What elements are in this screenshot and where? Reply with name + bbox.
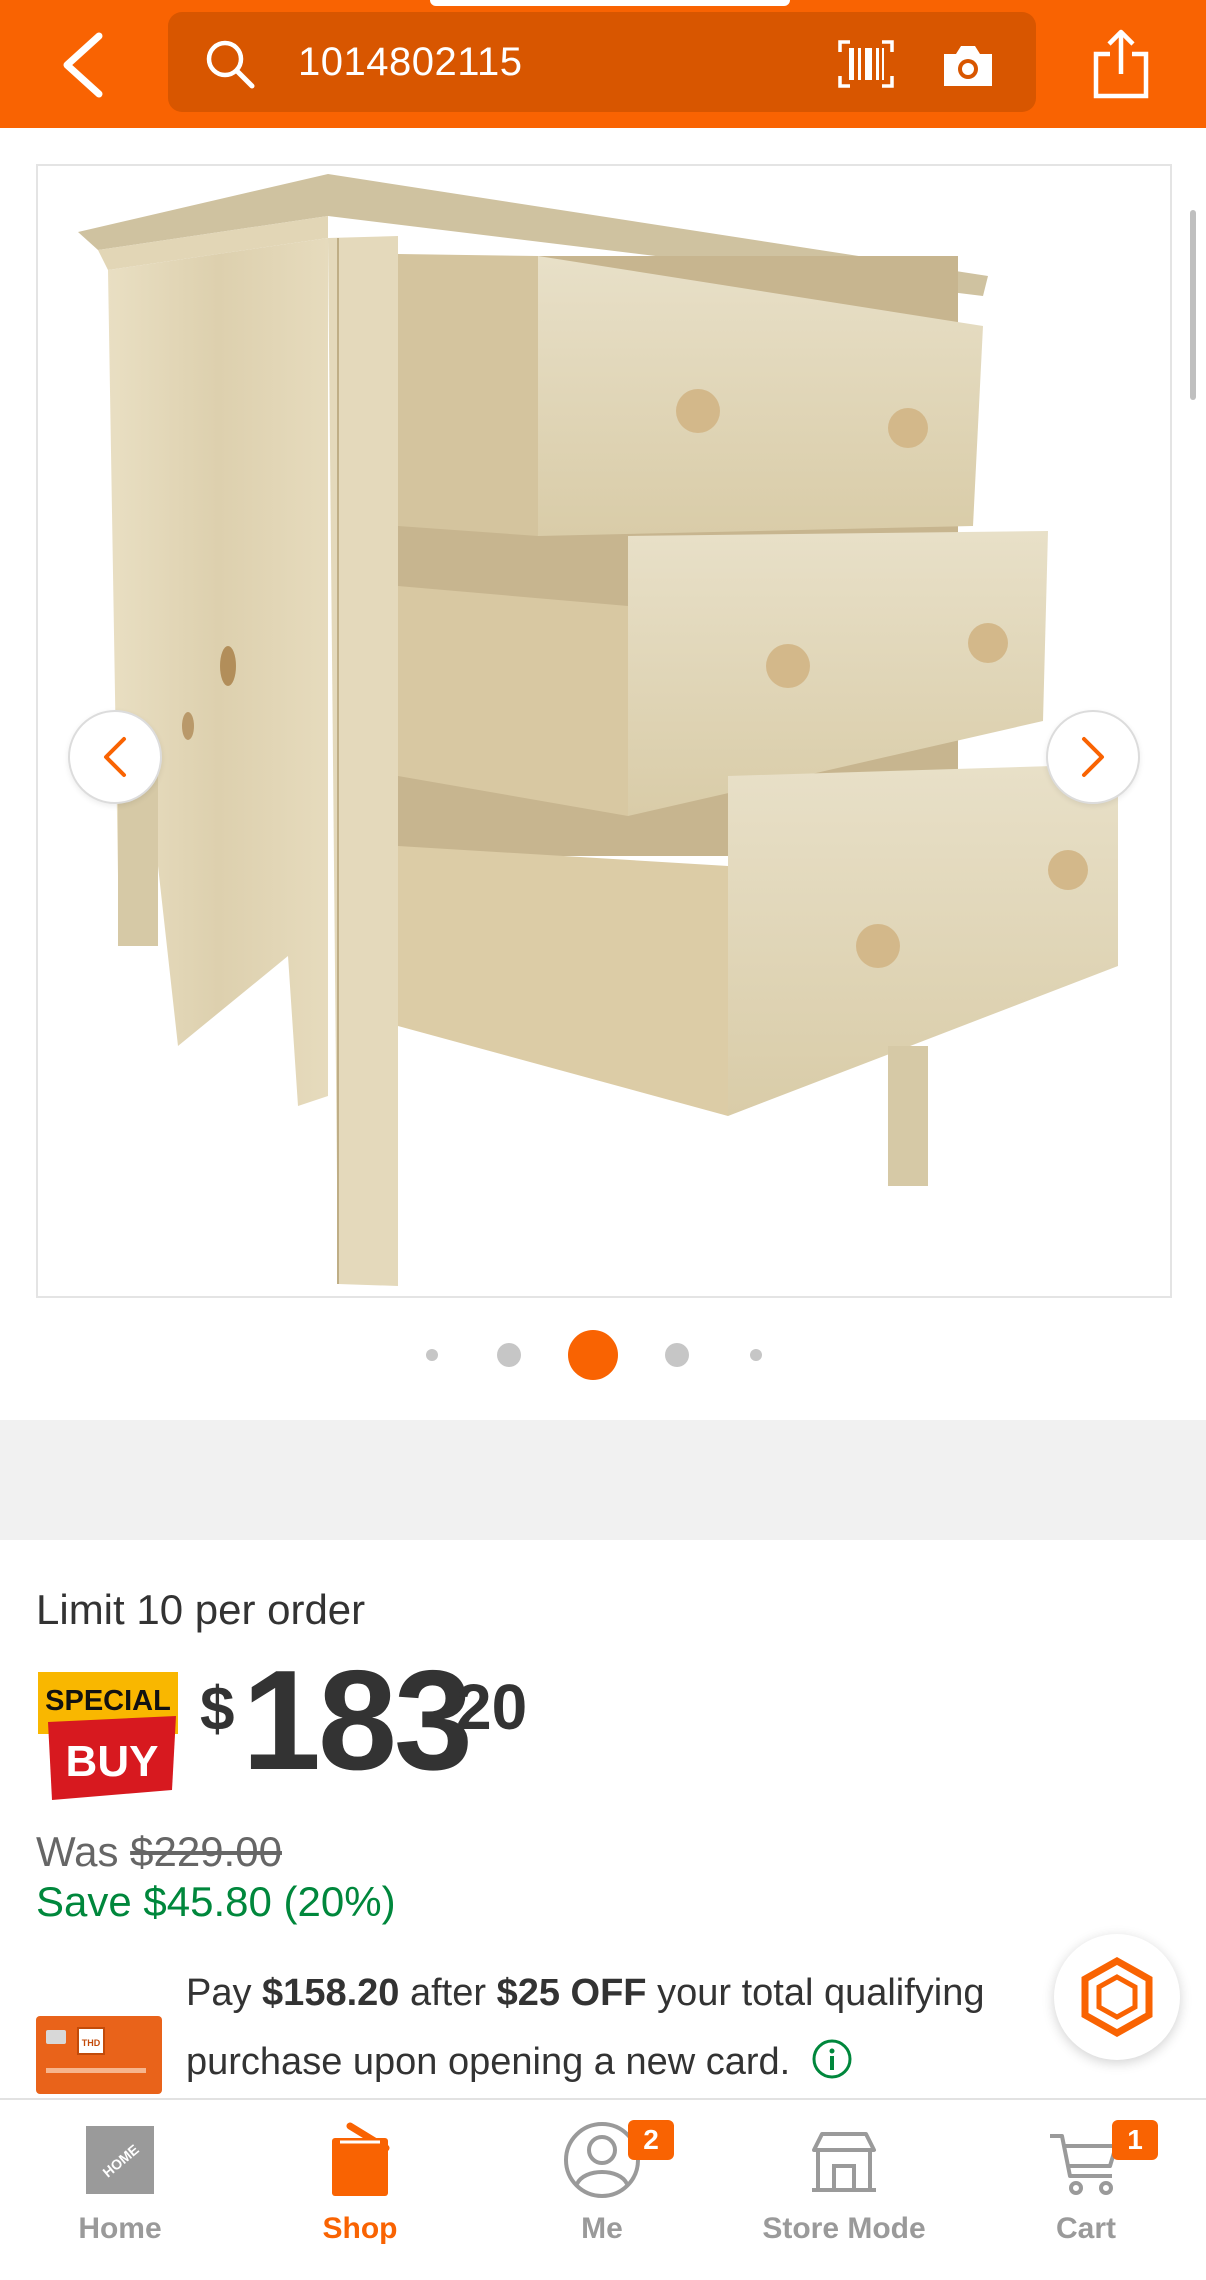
- price-currency: $: [200, 1675, 235, 1744]
- info-icon[interactable]: [811, 2038, 853, 2080]
- carousel-dot-5[interactable]: [750, 1349, 762, 1361]
- nav-shop-label: Shop: [322, 2212, 398, 2245]
- carousel-next-button[interactable]: [1046, 710, 1140, 804]
- savings-text: Save $45.80 (20%): [36, 1878, 396, 1925]
- search-bar[interactable]: 1014802115: [168, 12, 1036, 112]
- bottom-navigation: HOME Home Shop 2 Me Store Mode 1 Cart: [0, 2098, 1206, 2280]
- special-buy-badge: SPECIAL BUY: [38, 1672, 178, 1800]
- dresser-product-image: [78, 174, 1118, 1286]
- barcode-icon[interactable]: [836, 38, 896, 90]
- was-price-row: Was $229.00: [36, 1828, 282, 1876]
- scrollbar[interactable]: [1190, 210, 1196, 400]
- was-price: $229.00: [130, 1828, 282, 1875]
- storefront-icon: [812, 2132, 876, 2192]
- me-notification-badge: 2: [628, 2120, 674, 2160]
- promo-after-text: after: [399, 1972, 497, 2014]
- share-icon: [1093, 29, 1149, 99]
- price-dollars: 183: [242, 1641, 473, 1800]
- promo-pay-prefix: Pay: [186, 1972, 263, 2014]
- price-cents: 20: [456, 1671, 528, 1743]
- back-arrow-icon: [63, 32, 103, 98]
- nav-store-mode-label: Store Mode: [762, 2212, 926, 2245]
- carousel-pagination: [0, 1330, 1206, 1380]
- nav-home-label: Home: [78, 2212, 162, 2245]
- share-button[interactable]: [1090, 28, 1152, 100]
- promo-line-2: purchase upon opening a new card.: [186, 2038, 853, 2084]
- nav-cart[interactable]: 1 Cart: [966, 2100, 1206, 2280]
- nav-cart-label: Cart: [1055, 2212, 1116, 2245]
- promo-pay-amount: $158.20: [262, 1972, 400, 2014]
- carousel-dot-4[interactable]: [665, 1343, 689, 1367]
- top-app-bar: 1014802115: [0, 0, 1206, 128]
- nav-home[interactable]: HOME Home: [0, 2100, 240, 2280]
- chat-assistant-button[interactable]: [1054, 1934, 1180, 2060]
- chevron-right-icon: [1082, 737, 1104, 777]
- camera-icon[interactable]: [940, 40, 996, 90]
- carousel-dot-3-active[interactable]: [568, 1330, 618, 1380]
- badge-bottom-text: BUY: [66, 1737, 159, 1786]
- home-depot-logo-icon: HOME: [86, 2126, 154, 2194]
- carousel-dot-2[interactable]: [497, 1343, 521, 1367]
- cart-count-badge: 1: [1112, 2120, 1158, 2160]
- back-button[interactable]: [52, 30, 112, 100]
- status-notch: [430, 0, 790, 6]
- was-label: Was: [36, 1828, 119, 1875]
- badge-top-text: SPECIAL: [45, 1685, 171, 1717]
- product-image-carousel[interactable]: [36, 164, 1172, 1298]
- nav-store-mode[interactable]: Store Mode: [724, 2100, 964, 2280]
- nav-me-label: Me: [581, 2212, 623, 2245]
- nav-shop[interactable]: Shop: [240, 2100, 480, 2280]
- nav-me[interactable]: 2 Me: [482, 2100, 722, 2280]
- promo-line2-text: purchase upon opening a new card.: [186, 2041, 791, 2083]
- promo-line1-suffix: your total qualifying: [646, 1972, 985, 2014]
- search-icon: [206, 40, 255, 89]
- promo-off-amount: $25 OFF: [496, 1972, 647, 2014]
- order-limit-text: Limit 10 per order: [36, 1586, 366, 1633]
- svg-text:THD: THD: [82, 2038, 101, 2048]
- search-query-text[interactable]: 1014802115: [298, 40, 523, 85]
- section-divider: [0, 1420, 1206, 1540]
- promo-line-1: Pay $158.20 after $25 OFF your total qua…: [186, 1972, 985, 2015]
- credit-card-image: THD: [36, 2016, 162, 2094]
- carousel-dot-1[interactable]: [426, 1349, 438, 1361]
- chevron-left-icon: [104, 737, 126, 777]
- hexagon-logo-icon: [1081, 1957, 1153, 2037]
- carousel-prev-button[interactable]: [68, 710, 162, 804]
- shopping-bag-icon: [332, 2122, 390, 2196]
